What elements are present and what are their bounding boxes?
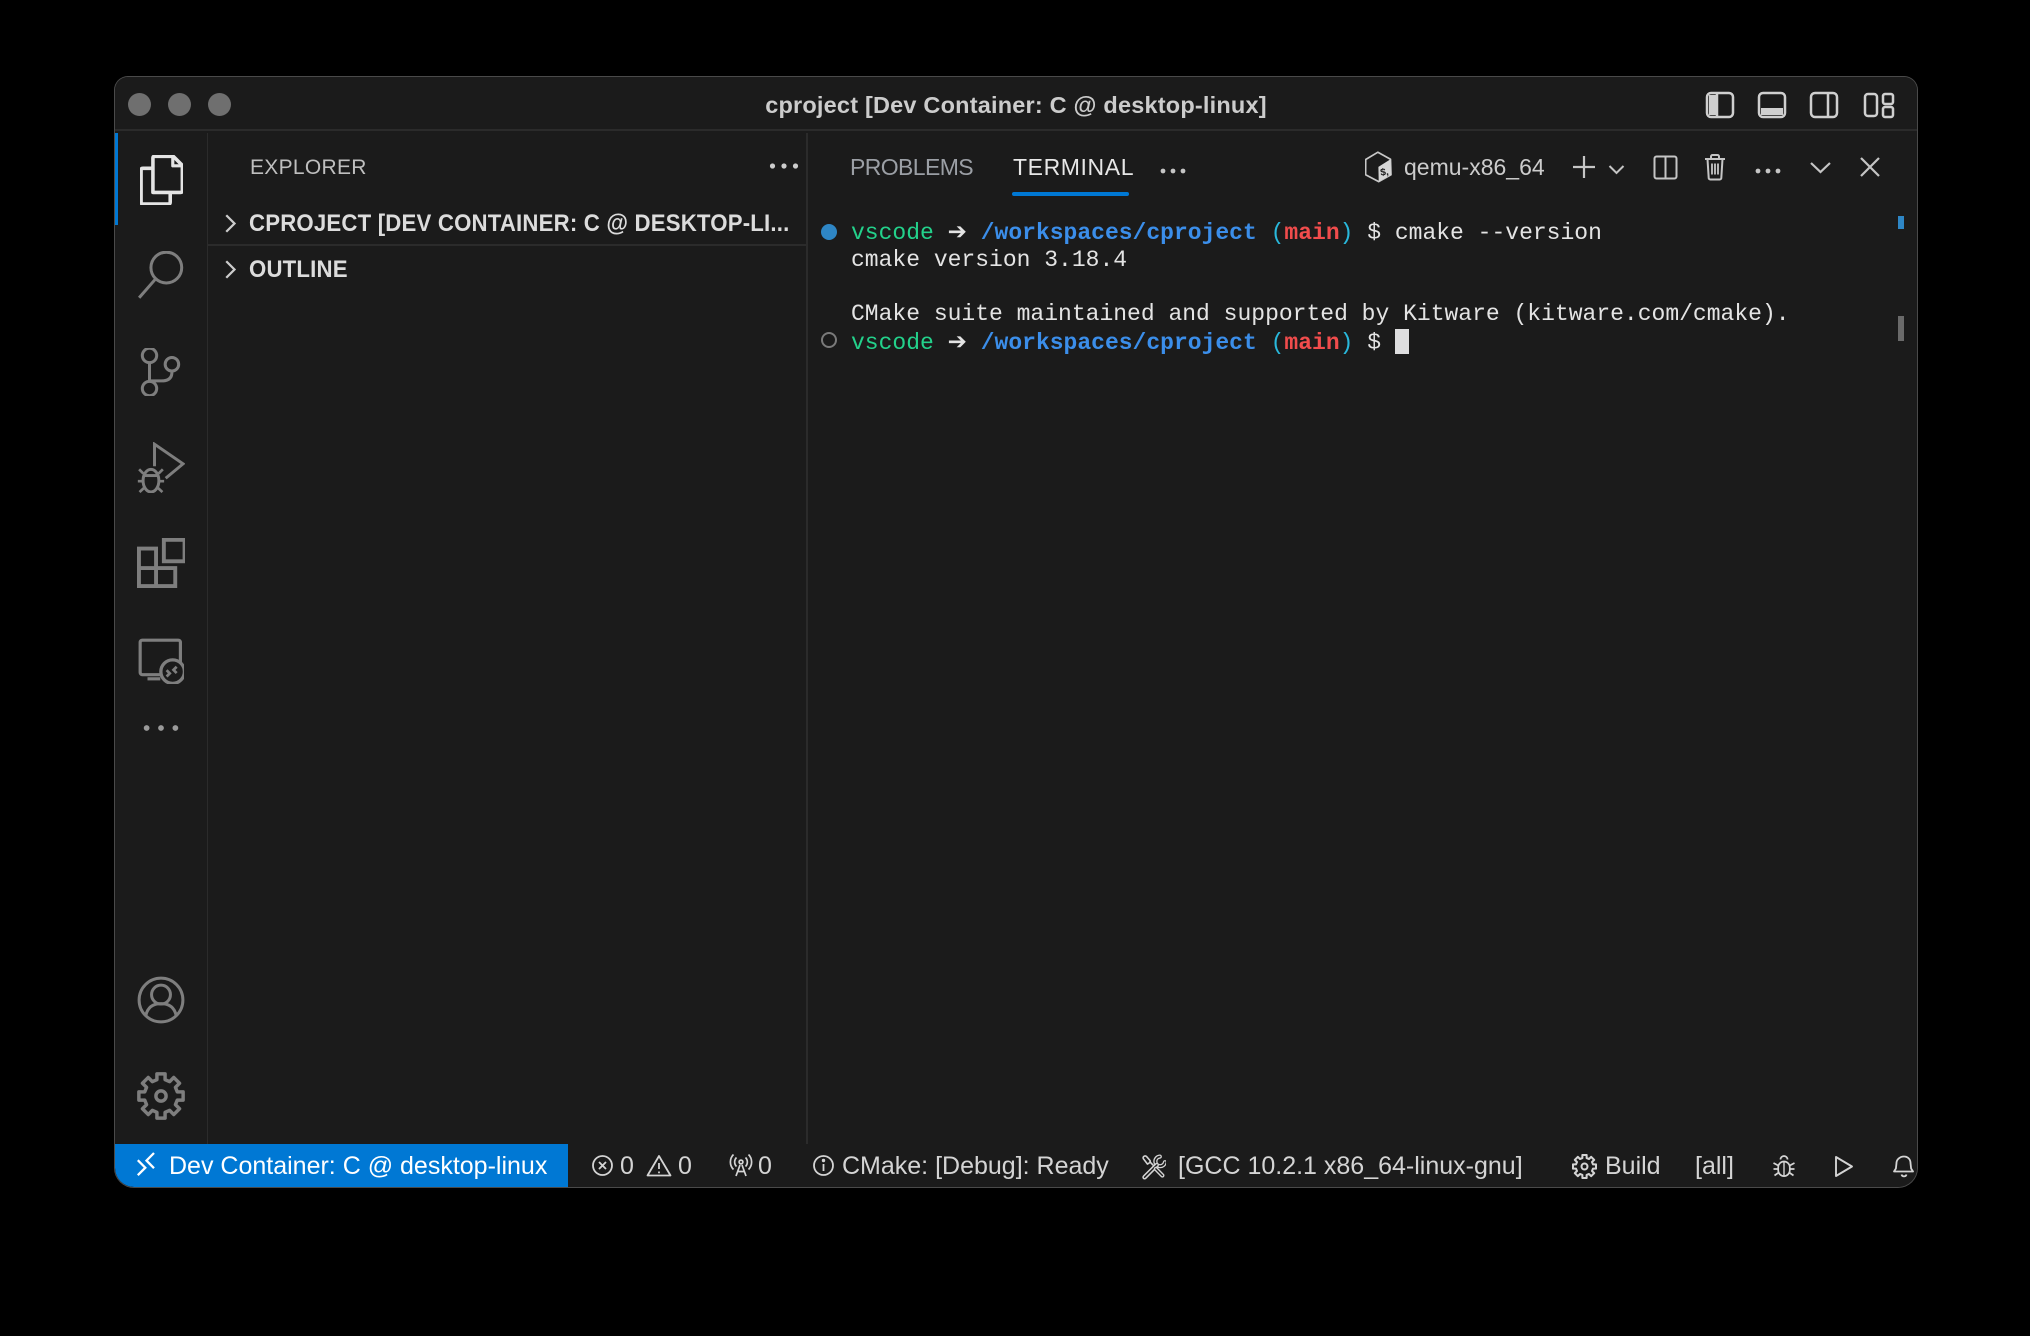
svg-text:$,: $, <box>1380 167 1390 179</box>
